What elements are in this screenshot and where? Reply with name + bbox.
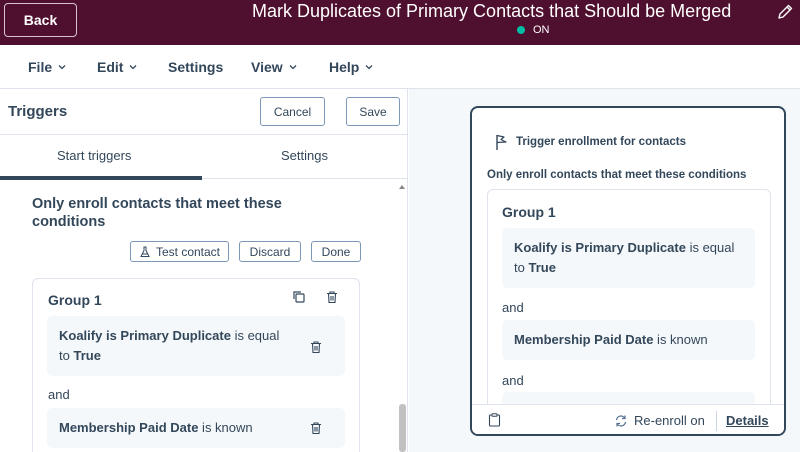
- cancel-button[interactable]: Cancel: [260, 97, 325, 126]
- reenroll-status: Re-enroll on: [634, 413, 705, 428]
- details-link[interactable]: Details: [726, 413, 769, 428]
- chevron-down-icon: [289, 65, 297, 70]
- trigger-card-and-label: and: [502, 373, 524, 388]
- trigger-card-group-title: Group 1: [502, 204, 556, 220]
- scroll-up-arrow-icon[interactable]: [399, 184, 405, 190]
- pencil-icon[interactable]: [776, 3, 794, 21]
- trigger-card-condition-2: Membership Paid Date is known: [502, 320, 755, 360]
- trash-icon[interactable]: [309, 340, 323, 354]
- panel-title: Triggers: [8, 103, 68, 120]
- save-button[interactable]: Save: [346, 97, 400, 126]
- condition-1-to: to: [59, 348, 74, 363]
- group-title: Group 1: [48, 292, 102, 308]
- scrollbar-thumb[interactable]: [399, 404, 406, 452]
- menu-file[interactable]: File: [28, 59, 67, 75]
- panel-tabs: Start triggers Settings: [0, 134, 407, 179]
- menu-bar: File Edit Settings View Help: [0, 45, 800, 89]
- status-label: ON: [533, 24, 550, 36]
- refresh-icon: [615, 415, 627, 427]
- trash-icon[interactable]: [309, 421, 323, 435]
- trigger-card-condition-1: Koalify is Primary Duplicate is equal to…: [502, 228, 755, 288]
- condition-2-operator: is known: [198, 420, 253, 435]
- card-cond1-operator: is equal: [685, 240, 735, 255]
- trash-icon[interactable]: [325, 290, 339, 304]
- menu-file-label: File: [28, 59, 53, 75]
- copy-icon[interactable]: [292, 290, 306, 304]
- workflow-status: ON: [517, 24, 550, 36]
- card-cond1-to: to: [514, 260, 529, 275]
- trigger-card-and-label: and: [502, 300, 524, 315]
- tab-settings[interactable]: Settings: [281, 148, 328, 163]
- conditions-heading: Only enroll contacts that meet these con…: [32, 196, 282, 230]
- trigger-card-condition-1-text: Koalify is Primary Duplicate is equal to…: [514, 238, 734, 278]
- condition-1-text: Koalify is Primary Duplicate is equal to…: [59, 326, 279, 366]
- card-cond2-operator: is known: [653, 332, 708, 347]
- trigger-card[interactable]: Trigger enrollment for contacts Only enr…: [470, 106, 786, 436]
- menu-help[interactable]: Help: [329, 59, 374, 75]
- trigger-card-condition-2-text: Membership Paid Date is known: [514, 330, 708, 350]
- condition-2-text: Membership Paid Date is known: [59, 418, 253, 438]
- test-contact-label: Test contact: [155, 244, 221, 259]
- condition-group-card: Group 1 Koalify is Primary Duplicate is …: [32, 278, 360, 452]
- condition-filter-1[interactable]: Koalify is Primary Duplicate is equal to…: [47, 316, 345, 376]
- top-header: Back Mark Duplicates of Primary Contacts…: [0, 0, 800, 45]
- flag-icon: [496, 134, 507, 150]
- menu-settings-label: Settings: [168, 59, 224, 75]
- condition-2-property: Membership Paid Date: [59, 420, 199, 435]
- back-button[interactable]: Back: [4, 3, 77, 37]
- test-contact-button[interactable]: Test contact: [130, 241, 229, 262]
- and-label: and: [48, 387, 70, 402]
- triggers-scroll-area: Only enroll contacts that meet these con…: [0, 180, 407, 452]
- tab-start-triggers[interactable]: Start triggers: [57, 148, 131, 163]
- menu-view[interactable]: View: [251, 59, 298, 75]
- menu-edit[interactable]: Edit: [97, 59, 138, 75]
- trigger-card-footer: Re-enroll on Details: [472, 404, 784, 434]
- chevron-down-icon: [365, 65, 373, 70]
- chevron-down-icon: [129, 65, 137, 70]
- done-button[interactable]: Done: [311, 241, 361, 262]
- triggers-panel: Triggers Cancel Save Start triggers Sett…: [0, 89, 408, 452]
- footer-divider: [716, 411, 717, 431]
- condition-filter-2[interactable]: Membership Paid Date is known: [47, 408, 345, 448]
- card-cond2-property: Membership Paid Date: [514, 332, 654, 347]
- discard-button[interactable]: Discard: [239, 241, 301, 262]
- trigger-card-subtitle: Only enroll contacts that meet these con…: [487, 169, 747, 181]
- workflow-title[interactable]: Mark Duplicates of Primary Contacts that…: [252, 1, 772, 22]
- card-cond1-property: Koalify is Primary Duplicate: [514, 240, 686, 255]
- clipboard-icon[interactable]: [488, 413, 501, 427]
- menu-edit-label: Edit: [97, 59, 124, 75]
- card-cond1-value: True: [528, 260, 556, 275]
- flask-icon: [140, 246, 150, 257]
- menu-help-label: Help: [329, 59, 360, 75]
- chevron-down-icon: [58, 65, 66, 70]
- condition-1-value: True: [73, 348, 101, 363]
- menu-view-label: View: [251, 59, 283, 75]
- menu-settings[interactable]: Settings: [168, 59, 223, 75]
- condition-1-property: Koalify is Primary Duplicate: [59, 328, 231, 343]
- condition-1-operator: is equal: [230, 328, 280, 343]
- trigger-card-group: Group 1 Koalify is Primary Duplicate is …: [487, 189, 771, 432]
- trigger-card-title: Trigger enrollment for contacts: [516, 136, 686, 148]
- status-dot-icon: [517, 26, 525, 34]
